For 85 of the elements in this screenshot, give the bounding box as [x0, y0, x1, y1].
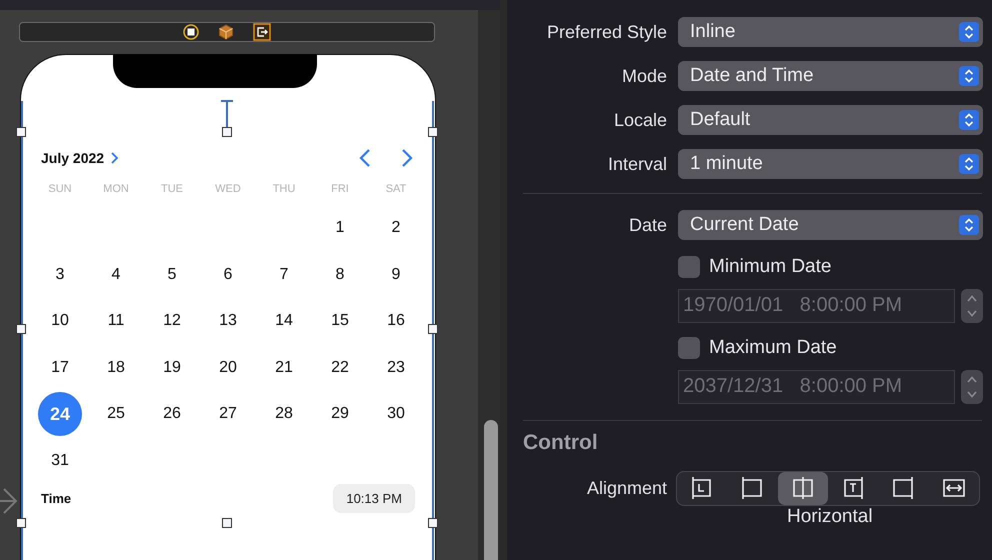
- field-label: Preferred Style: [546, 22, 668, 42]
- stepper-icon: [959, 66, 979, 86]
- calendar-day[interactable]: 6: [206, 252, 250, 297]
- alignment-segment[interactable]: [778, 472, 828, 504]
- calendar-day[interactable]: 10: [38, 299, 82, 344]
- align-trailing-icon: [841, 476, 866, 500]
- calendar-day[interactable]: 22: [318, 346, 362, 390]
- calendar-day[interactable]: 5: [150, 252, 194, 297]
- calendar-day[interactable]: 15: [318, 299, 362, 344]
- calendar-day[interactable]: 11: [94, 299, 138, 344]
- spacing-constraint-icon: [219, 100, 235, 128]
- popup-button[interactable]: 1 minute: [678, 149, 983, 179]
- calendar-day[interactable]: 9: [374, 252, 418, 297]
- calendar-day[interactable]: 23: [374, 346, 418, 390]
- scrollbar-thumb[interactable]: [484, 420, 498, 560]
- field-label: Alignment: [586, 478, 668, 498]
- next-month-icon[interactable]: [401, 149, 413, 167]
- popup-button[interactable]: Inline: [678, 17, 983, 47]
- time-label: Time: [41, 491, 72, 506]
- calendar-day[interactable]: 1: [318, 206, 362, 250]
- align-left-icon: [740, 476, 764, 500]
- month-button[interactable]: July 2022: [41, 150, 104, 166]
- field-label: Locale: [612, 110, 668, 130]
- resize-handle[interactable]: [222, 518, 232, 528]
- calendar-day[interactable]: 30: [374, 392, 418, 436]
- calendar-day[interactable]: 21: [262, 346, 306, 390]
- resize-handle[interactable]: [428, 324, 438, 334]
- date-field: 2037/12/31 8:00:00 PM: [678, 370, 955, 404]
- align-center-icon: [790, 476, 815, 500]
- weekday-label: MON: [102, 183, 130, 197]
- calendar-day[interactable]: 13: [206, 299, 250, 344]
- resize-handle[interactable]: [222, 127, 232, 137]
- field-label: Interval: [606, 154, 668, 174]
- field-label: Date: [628, 214, 668, 236]
- calendar-day[interactable]: 18: [94, 346, 138, 390]
- stepper-icon[interactable]: [961, 370, 983, 404]
- resize-handle[interactable]: [428, 518, 438, 528]
- weekday-label: TUE: [160, 183, 184, 197]
- calendar-day[interactable]: 26: [150, 392, 194, 436]
- chevron-right-icon[interactable]: [110, 152, 118, 164]
- calendar-day[interactable]: 7: [262, 252, 306, 297]
- popup-button[interactable]: Default: [678, 105, 983, 135]
- calendar-day[interactable]: 24: [38, 392, 82, 436]
- calendar-day[interactable]: 20: [206, 346, 250, 390]
- calendar-day[interactable]: 12: [150, 299, 194, 344]
- field-label: Mode: [620, 66, 668, 86]
- weekday-label: THU: [272, 183, 296, 197]
- calendar-day[interactable]: 14: [262, 299, 306, 344]
- resize-handle[interactable]: [16, 127, 26, 137]
- calendar-day[interactable]: 8: [318, 252, 362, 297]
- alignment-caption: Horizontal: [786, 507, 874, 526]
- calendar-day[interactable]: 19: [150, 346, 194, 390]
- popup-button[interactable]: Current Date: [678, 210, 983, 240]
- section-heading: Control: [522, 431, 599, 455]
- cube-icon[interactable]: [218, 24, 234, 40]
- calendar-day[interactable]: 25: [94, 392, 138, 436]
- align-right-icon: [891, 476, 916, 500]
- weekday-label: WED: [214, 183, 242, 197]
- date-field: 1970/01/01 8:00:00 PM: [678, 289, 955, 323]
- stepper-icon: [959, 215, 979, 235]
- weekday-label: SUN: [47, 183, 73, 197]
- calendar-day[interactable]: 31: [38, 438, 82, 483]
- weekday-label: FRI: [330, 183, 350, 197]
- stepper-icon[interactable]: [961, 289, 983, 323]
- calendar-day[interactable]: 28: [262, 392, 306, 436]
- weekday-label: SAT: [384, 183, 408, 197]
- stepper-icon: [959, 110, 979, 130]
- view-controller-icon[interactable]: [183, 24, 199, 40]
- calendar-day[interactable]: 16: [374, 299, 418, 344]
- calendar-day[interactable]: 29: [318, 392, 362, 436]
- stretch-icon: [942, 476, 966, 500]
- calendar-day[interactable]: 2: [374, 206, 418, 250]
- popup-button[interactable]: Date and Time: [678, 61, 983, 91]
- time-button[interactable]: 10:13 PM: [333, 484, 415, 513]
- stepper-icon: [959, 22, 979, 42]
- calendar-day[interactable]: 4: [94, 252, 138, 297]
- resize-handle[interactable]: [16, 518, 26, 528]
- resize-handle[interactable]: [428, 127, 438, 137]
- calendar-day[interactable]: 3: [38, 252, 82, 297]
- exit-icon[interactable]: [253, 23, 271, 41]
- stepper-icon: [959, 154, 979, 174]
- calendar-day[interactable]: 27: [206, 392, 250, 436]
- previous-month-icon[interactable]: [359, 149, 371, 167]
- calendar-day[interactable]: 17: [38, 346, 82, 390]
- resize-handle[interactable]: [16, 324, 26, 334]
